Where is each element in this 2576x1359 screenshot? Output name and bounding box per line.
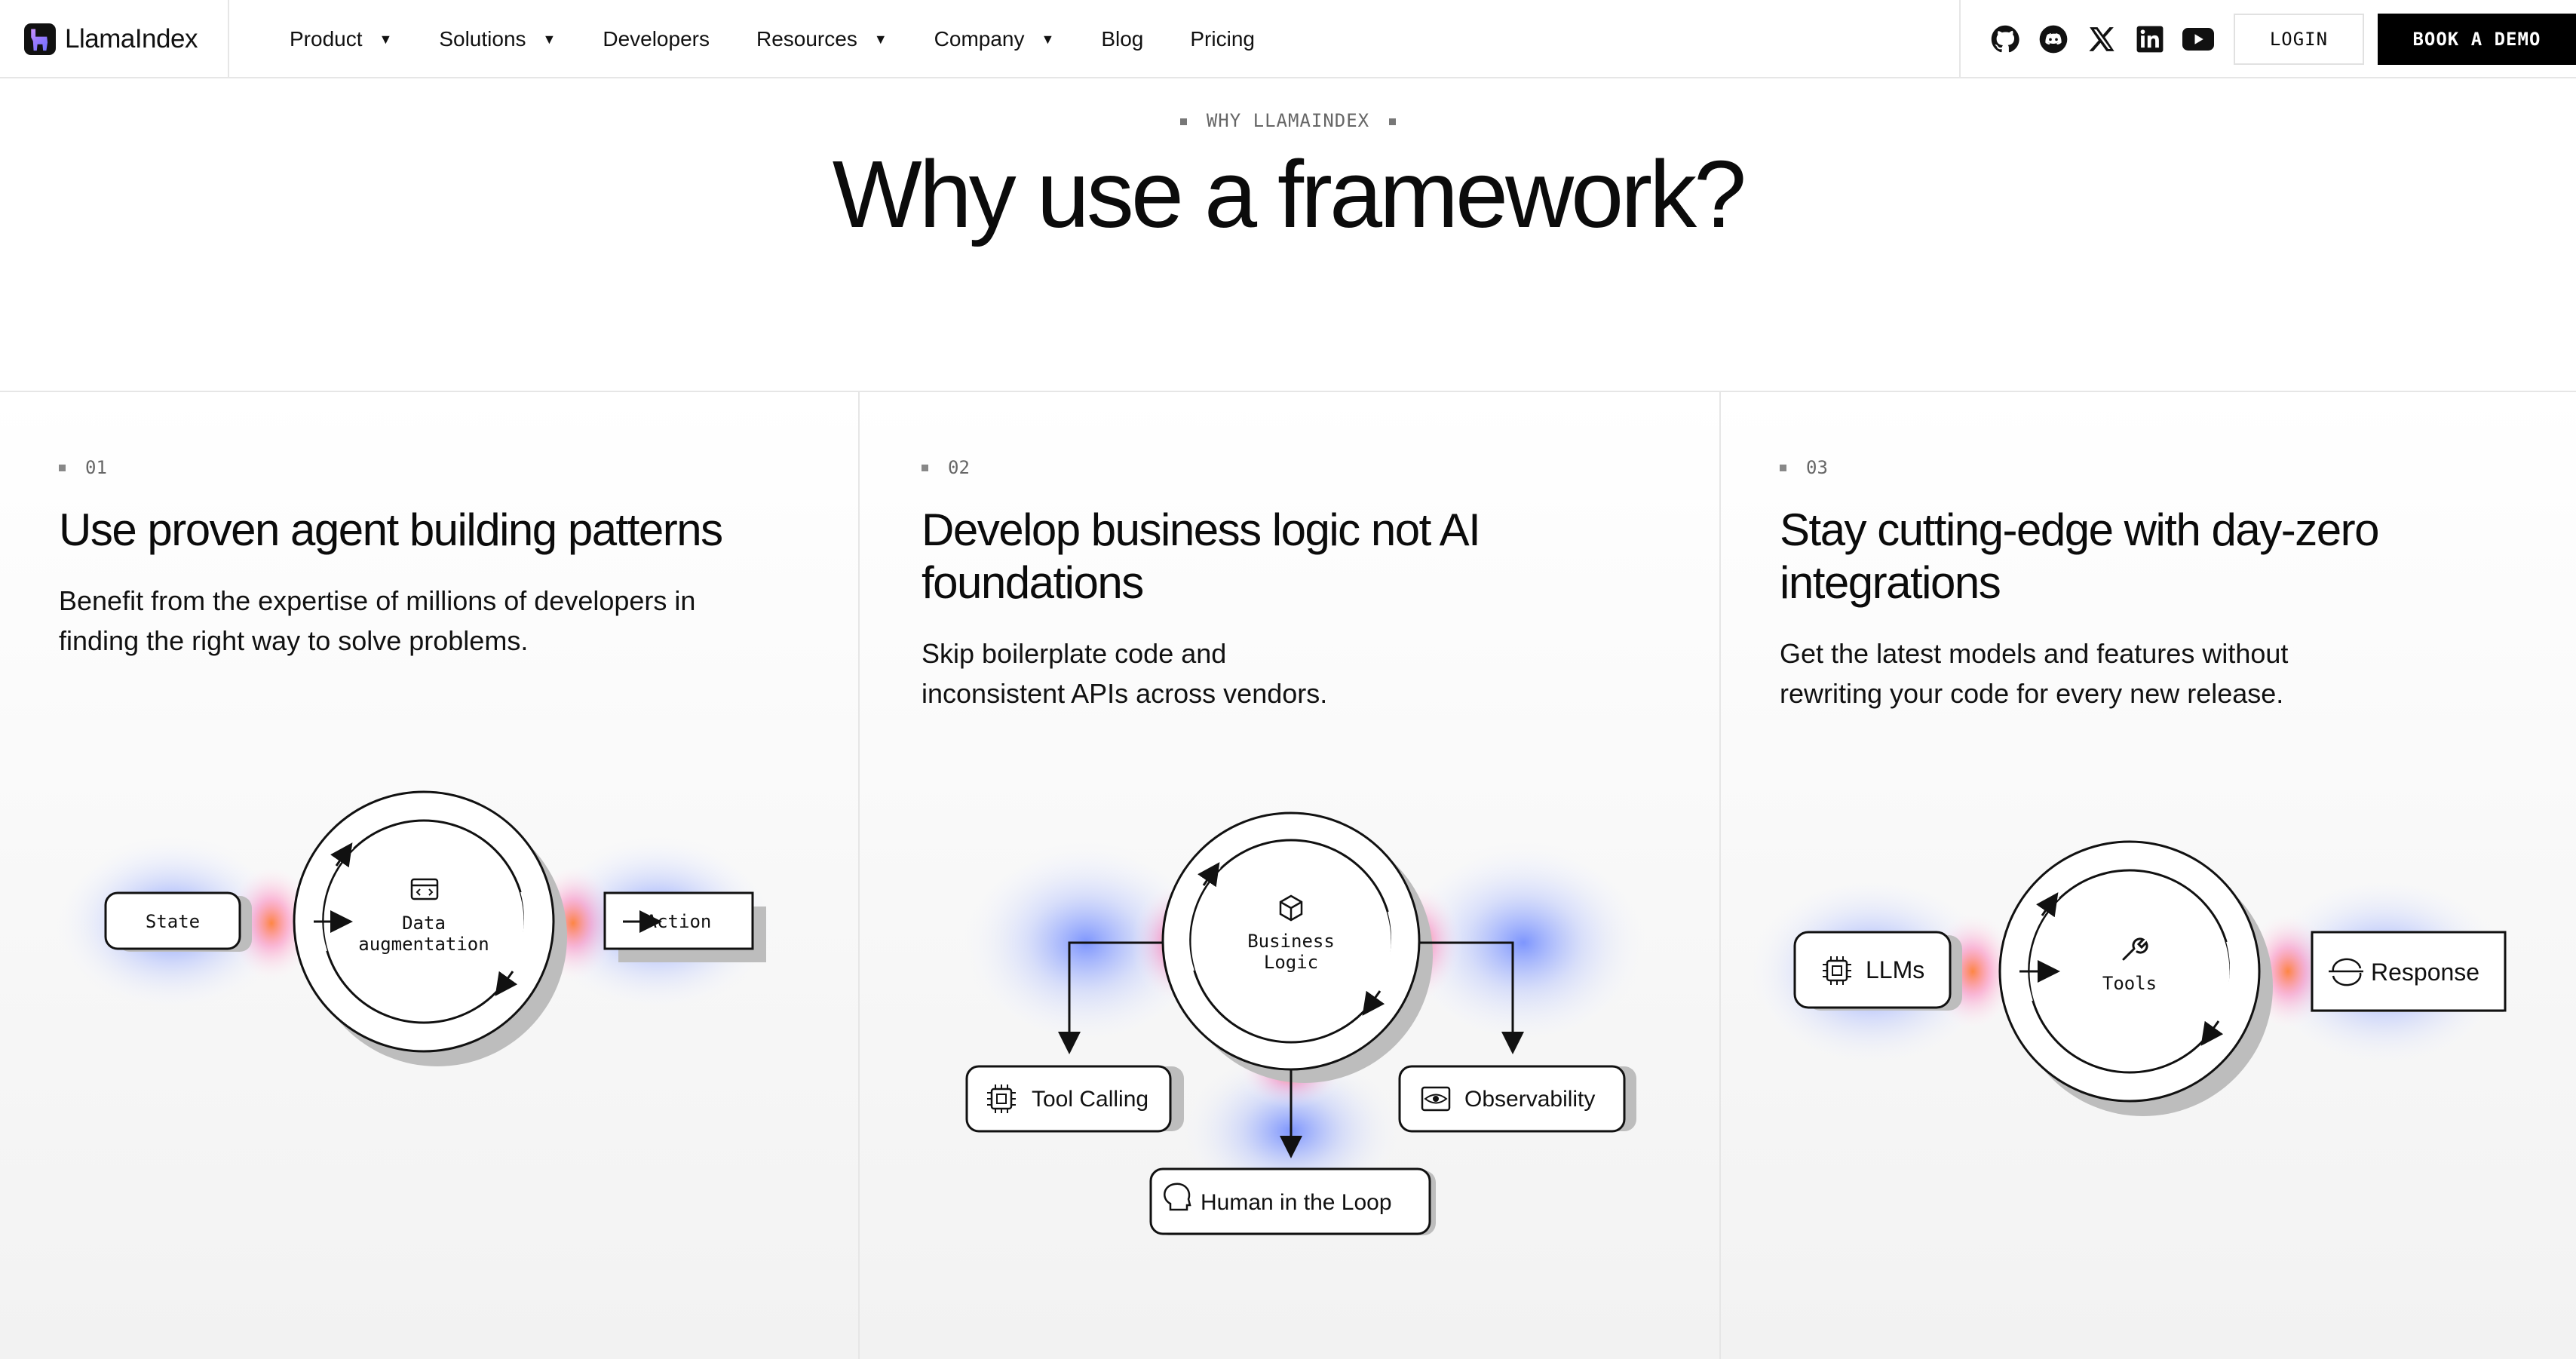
- square-bullet-icon: [1179, 118, 1187, 125]
- human-in-loop-label: Human in the Loop: [1201, 1190, 1392, 1215]
- observability-label: Observability: [1464, 1087, 1595, 1112]
- eyebrow-label: WHY LLAMAINDEX: [1206, 110, 1370, 131]
- nav-item-developers[interactable]: Developers: [603, 27, 710, 51]
- svg-text:augmentation: augmentation: [358, 934, 489, 955]
- x-icon[interactable]: [2086, 23, 2118, 55]
- social-links: [1989, 23, 2214, 55]
- data-augmentation-label: Data: [402, 913, 446, 934]
- nav-item-pricing[interactable]: Pricing: [1190, 27, 1255, 51]
- nav-item-label: Blog: [1101, 27, 1144, 51]
- llama-logo-icon: [24, 23, 56, 55]
- response-label: Response: [2371, 959, 2479, 986]
- discord-icon[interactable]: [2038, 23, 2069, 55]
- linkedin-icon[interactable]: [2134, 23, 2166, 55]
- book-demo-button[interactable]: BOOK A DEMO: [2377, 14, 2576, 65]
- feature-card-2: 02 Develop business logic not AI foundat…: [860, 392, 1721, 1359]
- caret-down-icon: ▼: [873, 32, 888, 47]
- brand-logo[interactable]: LlamaIndex: [0, 0, 229, 78]
- agent-pattern-diagram: State Data augmentation Action: [51, 790, 778, 1066]
- nav-item-company[interactable]: Company ▼: [934, 27, 1055, 51]
- nav-item-blog[interactable]: Blog: [1101, 27, 1143, 51]
- login-button[interactable]: LOGIN: [2234, 14, 2364, 65]
- feature-card-1: 01 Use proven agent building patterns Be…: [0, 392, 860, 1359]
- nav-item-product[interactable]: Product ▼: [290, 27, 392, 51]
- youtube-icon[interactable]: [2182, 23, 2214, 55]
- top-nav: LlamaIndex Product ▼ Solutions ▼ Develop…: [0, 0, 2576, 78]
- integrations-diagram: LLMs Tools Response: [1743, 840, 2513, 1116]
- square-bullet-icon: [1389, 118, 1397, 125]
- page-title: Why use a framework?: [832, 141, 1746, 247]
- caret-down-icon: ▼: [542, 32, 557, 47]
- tools-label: Tools: [2102, 973, 2157, 994]
- business-logic-label: Business: [1247, 931, 1335, 952]
- github-icon[interactable]: [1989, 23, 2021, 55]
- caret-down-icon: ▼: [1041, 32, 1055, 47]
- nav-item-resources[interactable]: Resources ▼: [756, 27, 888, 51]
- svg-text:Logic: Logic: [1264, 952, 1318, 973]
- nav-item-label: Company: [934, 27, 1025, 51]
- business-logic-diagram: Business Logic Tool Calling Observabilit…: [958, 811, 1651, 1235]
- nav-item-label: Pricing: [1190, 27, 1255, 51]
- caret-down-icon: ▼: [379, 32, 393, 47]
- state-label: State: [146, 911, 200, 932]
- nav-actions: LOGIN BOOK A DEMO: [1959, 0, 2576, 78]
- feature-cards: 01 Use proven agent building patterns Be…: [0, 391, 2576, 1359]
- tool-calling-label: Tool Calling: [1032, 1087, 1148, 1112]
- feature-card-3: 03 Stay cutting-edge with day-zero integ…: [1721, 392, 2576, 1359]
- main-menu: Product ▼ Solutions ▼ Developers Resourc…: [290, 0, 1302, 78]
- nav-item-label: Product: [290, 27, 363, 51]
- nav-item-label: Developers: [603, 27, 710, 51]
- section-eyebrow: WHY LLAMAINDEX: [0, 110, 2576, 131]
- brand-name: LlamaIndex: [65, 24, 198, 54]
- nav-item-label: Resources: [756, 27, 857, 51]
- nav-item-label: Solutions: [439, 27, 526, 51]
- nav-item-solutions[interactable]: Solutions ▼: [439, 27, 556, 51]
- llms-label: LLMs: [1866, 956, 1924, 983]
